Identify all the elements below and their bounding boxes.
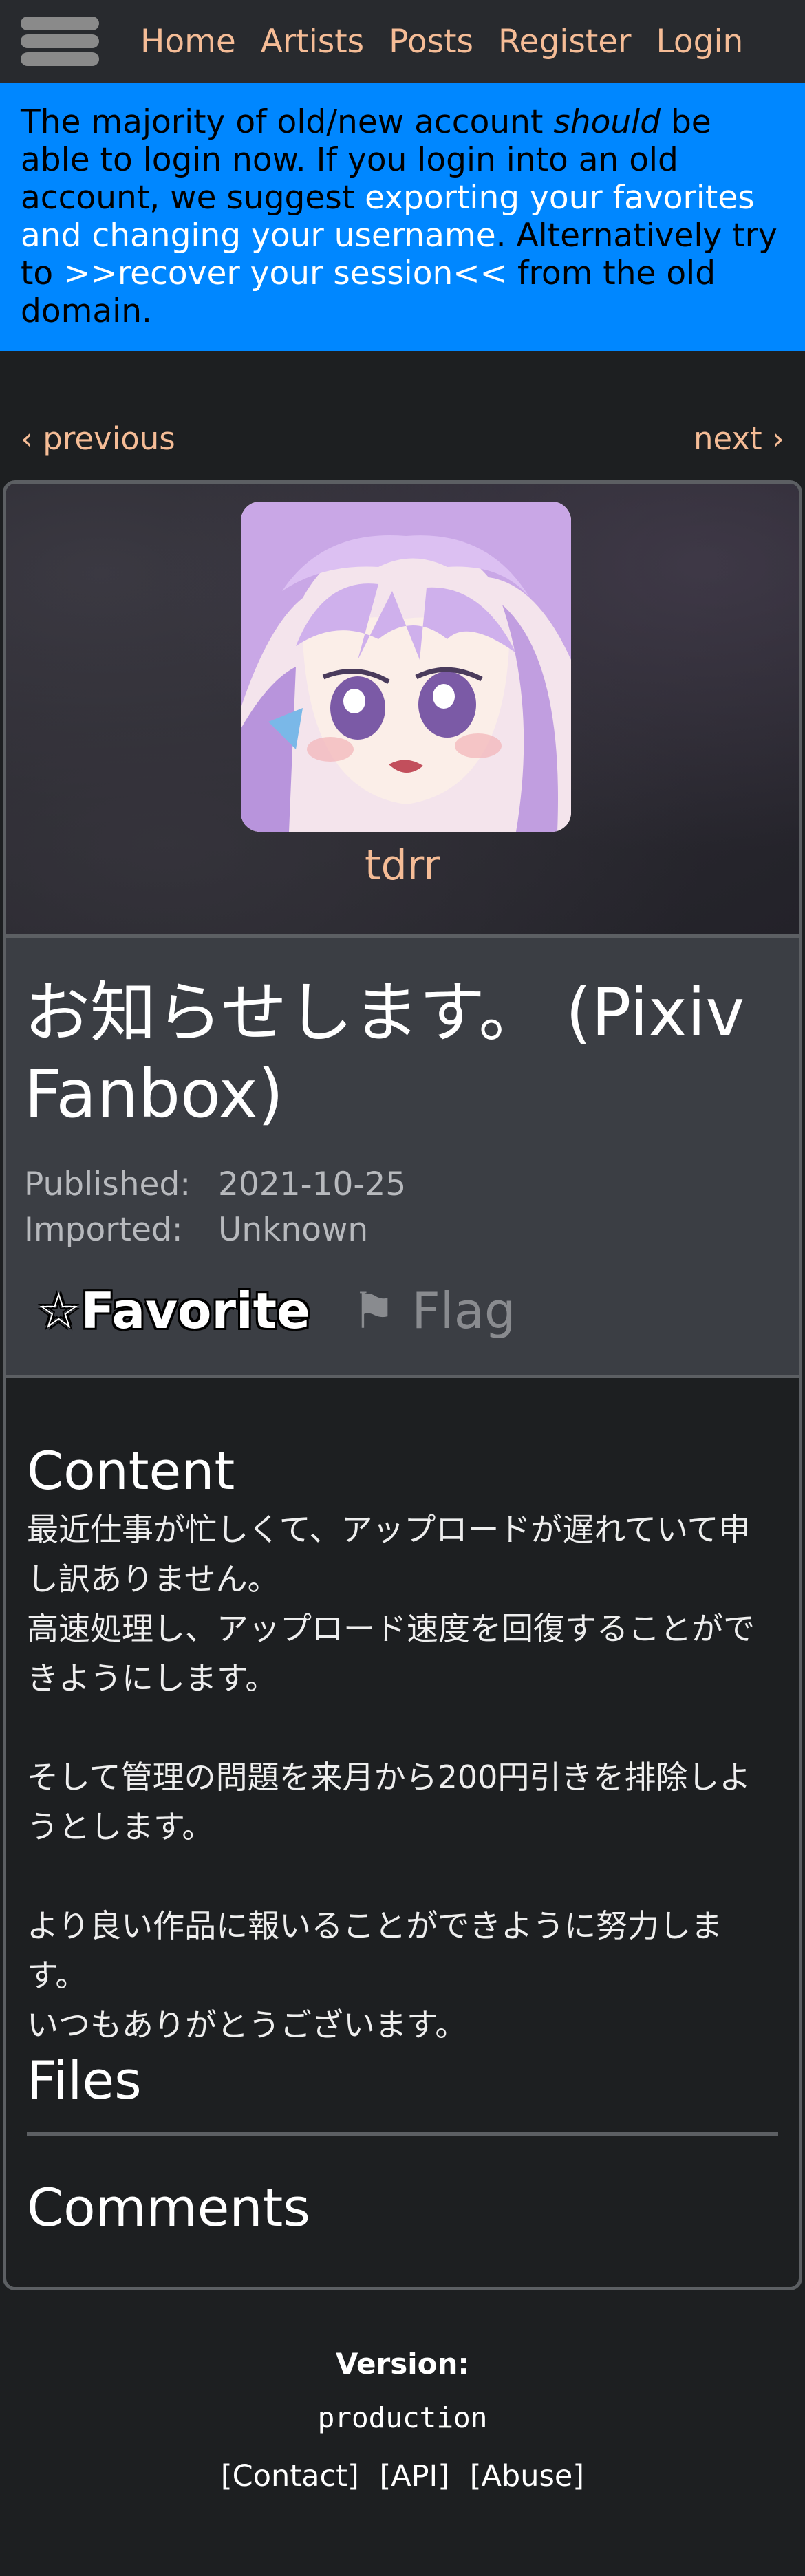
announcement-banner: The majority of old/new account should b… (0, 83, 805, 351)
comments-section: Comments (6, 2136, 799, 2287)
post-body: Content 最近仕事が忙しくて、アップロードが遅れていて申し訳ありません。 … (6, 1378, 799, 2136)
announcement-text: The majority of old/new account (21, 103, 554, 141)
flag-button[interactable]: ⚑ Flag (352, 1282, 516, 1340)
version-value: production (317, 2401, 488, 2434)
imported-label: Imported: (24, 1211, 183, 1249)
post-header: お知らせします。 (Pixiv Fanbox) Published: 2021-… (6, 938, 799, 1378)
content-line: いつもありがとうございます。 (27, 2006, 467, 2043)
abuse-link[interactable]: [Abuse] (470, 2459, 584, 2493)
footer-links: [Contact] [API] [Abuse] (0, 2459, 805, 2493)
contact-link[interactable]: [Contact] (221, 2459, 359, 2493)
artist-banner: tdrr (6, 484, 799, 938)
files-heading: Files (27, 2050, 142, 2111)
artist-avatar[interactable] (241, 502, 571, 832)
menu-icon[interactable] (21, 8, 99, 74)
post-title: お知らせします。 (Pixiv Fanbox) (24, 974, 745, 1133)
post-actions: ☆Favorite ⚑ Flag (24, 1282, 781, 1340)
published-date: 2021-10-25 (218, 1166, 407, 1203)
top-navigation: Home Artists Posts Register Login (0, 0, 805, 83)
imported-row: Imported: Unknown (24, 1208, 781, 1253)
favorite-button[interactable]: ☆Favorite (36, 1282, 310, 1340)
content-line: 最近仕事が忙しくて、アップロードが遅れていて申し訳ありません。 (27, 1511, 751, 1598)
comments-heading: Comments (27, 2177, 310, 2238)
recover-session-link[interactable]: >>recover your session<< (63, 255, 507, 292)
nav-posts-link[interactable]: Posts (389, 25, 473, 58)
content-line (27, 1852, 778, 1901)
published-row: Published: 2021-10-25 (24, 1162, 781, 1208)
post-paginator: ‹ previous next › (0, 398, 805, 480)
next-link[interactable]: next › (694, 398, 784, 480)
content-line: そして管理の問題を来月から200円引きを排除しようとします。 (27, 1759, 751, 1845)
page-footer: Version: production [Contact] [API] [Abu… (0, 2347, 805, 2493)
avatar-illustration (241, 502, 571, 832)
imported-date: Unknown (218, 1211, 369, 1249)
post-content: 最近仕事が忙しくて、アップロードが遅れていて申し訳ありません。 高速処理し、アッ… (27, 1505, 778, 2050)
artist-name-link[interactable]: tdrr (6, 841, 799, 890)
nav-login-link[interactable]: Login (656, 25, 744, 58)
content-line (27, 1703, 778, 1752)
content-line: より良い作品に報いることができように努力します。 (27, 1907, 723, 1994)
published-label: Published: (24, 1166, 191, 1203)
previous-link[interactable]: ‹ previous (21, 398, 175, 480)
files-section: Files (27, 2050, 778, 2136)
post-meta: Published: 2021-10-25 Imported: Unknown (24, 1162, 781, 1253)
nav-artists-link[interactable]: Artists (261, 25, 364, 58)
announcement-emphasis: should (553, 103, 661, 141)
content-heading: Content (27, 1440, 235, 1501)
version-label: Version: (335, 2347, 470, 2381)
post-card: tdrr お知らせします。 (Pixiv Fanbox) Published: … (3, 480, 802, 2290)
api-link[interactable]: [API] (379, 2459, 449, 2493)
nav-register-link[interactable]: Register (498, 25, 632, 58)
nav-home-link[interactable]: Home (140, 25, 236, 58)
nav-links: Home Artists Posts Register Login (140, 25, 768, 58)
content-line: 高速処理し、アップロード速度を回復することができようにします。 (27, 1610, 755, 1697)
